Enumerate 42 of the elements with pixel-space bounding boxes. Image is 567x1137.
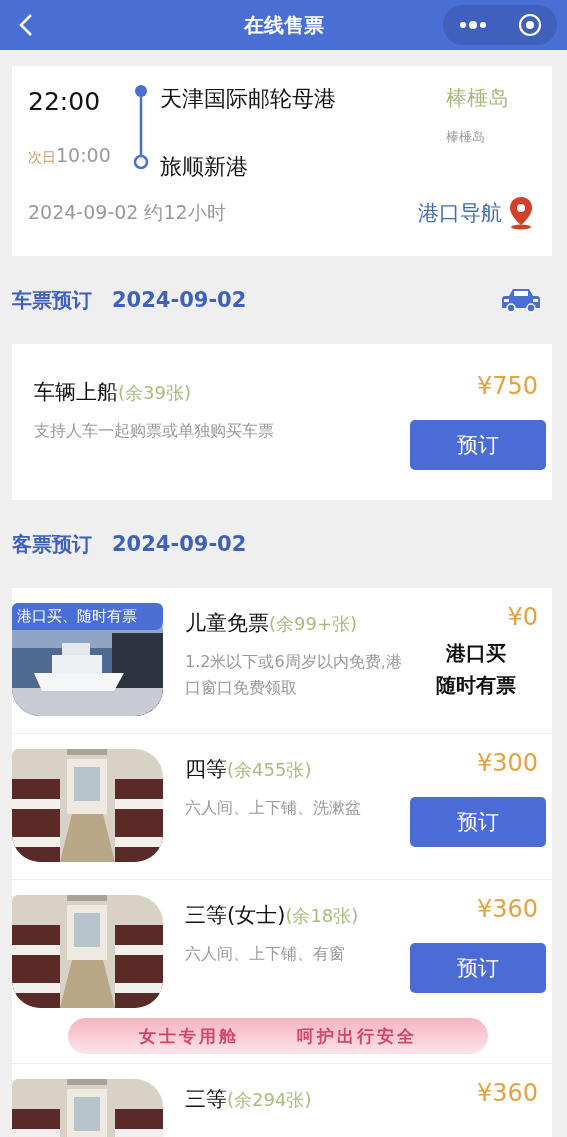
availability-badge: 港口买、随时有票 [12,603,163,630]
port-purchase-note: 港口买 [445,640,507,667]
car-icon [501,286,541,314]
port-navigation-link[interactable]: 港口导航 [418,196,534,230]
location-pin-icon [508,196,534,230]
date-duration: 2024-09-02 约12小时 [28,200,226,225]
ticket-name: 车辆上船(余39张) [34,379,192,406]
page-title: 在线售票 [243,11,324,39]
section-title: 客票预订 [12,530,92,558]
ticket-price: ¥300 [476,749,538,777]
ticket-note: 六人间、上下铺、洗漱盆 [185,797,362,819]
ticket-note: 六人间、上下铺、有窗 [185,943,346,965]
banner-text: 女士专用舱 [139,1024,239,1048]
ticket-name: 儿童免票(余99+张) [185,610,359,637]
close-icon [517,13,542,37]
port-purchase-note: 随时有票 [435,672,517,699]
ticket-price: ¥750 [476,372,538,400]
book-button[interactable]: 预订 [410,420,546,470]
more-icon [458,20,487,30]
ship-subtitle: 棒棰岛 [446,128,486,146]
banner-text: 呵护出行安全 [297,1024,417,1048]
ticket-note: 支持人车一起购票或单独购买车票 [34,420,275,442]
arrival-port: 旅顺新港 [160,153,249,181]
ticket-note: 1.2米以下或6周岁以内免费,港口窗口免费领取 [185,651,403,699]
section-date: 2024-09-02 [112,288,247,312]
ticket-price: ¥360 [476,1079,538,1107]
section-date: 2024-09-02 [112,532,247,556]
ship-name: 棒棰岛 [446,85,510,112]
ticket-name: 四等(余455张) [185,756,313,783]
departure-port: 天津国际邮轮母港 [160,85,337,113]
ticket-price: ¥0 [507,603,538,631]
section-title: 车票预订 [12,286,92,314]
book-button[interactable]: 预订 [410,943,546,993]
ticket-price: ¥360 [476,895,538,923]
arrival-time: 次日 10:00 [28,144,112,167]
capsule-menu[interactable] [443,5,557,45]
departure-time: 22:00 [28,87,102,116]
route-line-icon [132,84,150,170]
back-icon[interactable] [18,13,34,37]
ticket-name: 三等(女士)(余18张) [185,902,360,929]
ticket-name: 三等(余294张) [185,1086,313,1113]
book-button[interactable]: 预订 [410,797,546,847]
